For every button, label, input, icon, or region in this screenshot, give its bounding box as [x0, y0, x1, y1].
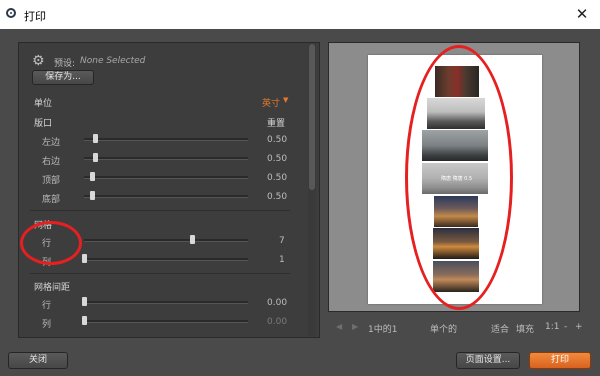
zoom-fit-button[interactable]: 适合 [491, 322, 509, 335]
page-info: 1中的1 [368, 325, 398, 335]
margin-left-slider[interactable] [84, 134, 248, 143]
slider-thumb[interactable] [82, 254, 87, 263]
slider-track [84, 301, 248, 304]
spacing-columns-label: 列 [42, 320, 52, 330]
margin-bottom-value[interactable]: 0.50 [267, 192, 287, 202]
title-bar: 打印 ✕ [0, 0, 600, 29]
spacing-rows-value[interactable]: 0.00 [267, 298, 287, 308]
margin-right-value[interactable]: 0.50 [267, 154, 287, 164]
spacing-columns-slider[interactable] [82, 316, 248, 325]
preset-value[interactable]: None Selected [80, 56, 145, 66]
zoom-1to1-button[interactable]: 1:1 [545, 322, 559, 332]
units-value[interactable]: 英寸 [262, 96, 280, 109]
grid-rows-slider[interactable] [84, 235, 248, 244]
margins-section-label: 版口 [34, 119, 53, 129]
section-divider [30, 273, 290, 274]
margin-top-value[interactable]: 0.50 [267, 173, 287, 183]
slider-thumb[interactable] [93, 153, 99, 162]
grid-rows-value[interactable]: 7 [279, 236, 285, 246]
spacing-rows-slider[interactable] [82, 297, 248, 306]
slider-thumb[interactable] [82, 297, 87, 306]
page-setup-button[interactable]: 页面设置... [456, 352, 520, 369]
slider-track [84, 157, 248, 160]
gear-icon[interactable]: ⚙ [32, 54, 46, 68]
slider-track [84, 138, 248, 141]
margin-top-label: 顶部 [42, 176, 61, 186]
settings-panel [18, 42, 320, 338]
grid-columns-slider[interactable] [82, 254, 248, 263]
margins-reset-button[interactable]: 重置 [267, 116, 285, 129]
window-title: 打印 [24, 10, 46, 23]
zoom-fill-button[interactable]: 填充 [516, 322, 534, 335]
spacing-columns-value[interactable]: 0.00 [267, 317, 287, 327]
slider-track [84, 176, 248, 179]
save-as-button[interactable]: 保存为... [32, 70, 94, 85]
chevron-down-icon[interactable]: ▼ [283, 96, 288, 104]
prev-page-arrow-icon[interactable]: ◀ [336, 322, 342, 331]
slider-thumb[interactable] [82, 316, 87, 325]
close-button[interactable]: 关闭 [8, 352, 68, 369]
spacing-rows-label: 行 [42, 301, 52, 311]
slider-track [84, 195, 248, 198]
margin-left-value[interactable]: 0.50 [267, 135, 287, 145]
slider-thumb[interactable] [90, 172, 96, 181]
zoom-out-button[interactable]: - [564, 322, 567, 332]
margin-bottom-label: 底部 [42, 195, 61, 205]
slider-thumb[interactable] [93, 134, 99, 143]
margin-bottom-slider[interactable] [84, 191, 248, 200]
slider-track [84, 320, 248, 323]
slider-track [84, 239, 248, 242]
red-annotation-ellipse [405, 45, 513, 310]
close-icon[interactable]: ✕ [572, 4, 592, 24]
margin-right-slider[interactable] [84, 153, 248, 162]
spacing-section-label: 网格间距 [34, 283, 71, 293]
zoom-in-button[interactable]: + [575, 322, 583, 332]
app-icon [6, 8, 16, 18]
section-divider [30, 210, 290, 211]
slider-thumb[interactable] [190, 235, 196, 244]
preset-label: 预设: [54, 59, 76, 69]
margin-top-slider[interactable] [84, 172, 248, 181]
print-button[interactable]: 打印 [529, 352, 591, 369]
slider-track [84, 258, 248, 261]
settings-scrollbar-thumb[interactable] [309, 44, 315, 190]
margin-right-label: 右边 [42, 157, 61, 167]
next-page-arrow-icon[interactable]: ▶ [352, 322, 358, 331]
margin-left-label: 左边 [42, 138, 61, 148]
units-label: 单位 [34, 99, 53, 109]
slider-thumb[interactable] [90, 191, 96, 200]
red-annotation-circle [20, 221, 82, 265]
grid-columns-value[interactable]: 1 [279, 255, 285, 265]
layout-mode[interactable]: 单个的 [430, 322, 457, 335]
